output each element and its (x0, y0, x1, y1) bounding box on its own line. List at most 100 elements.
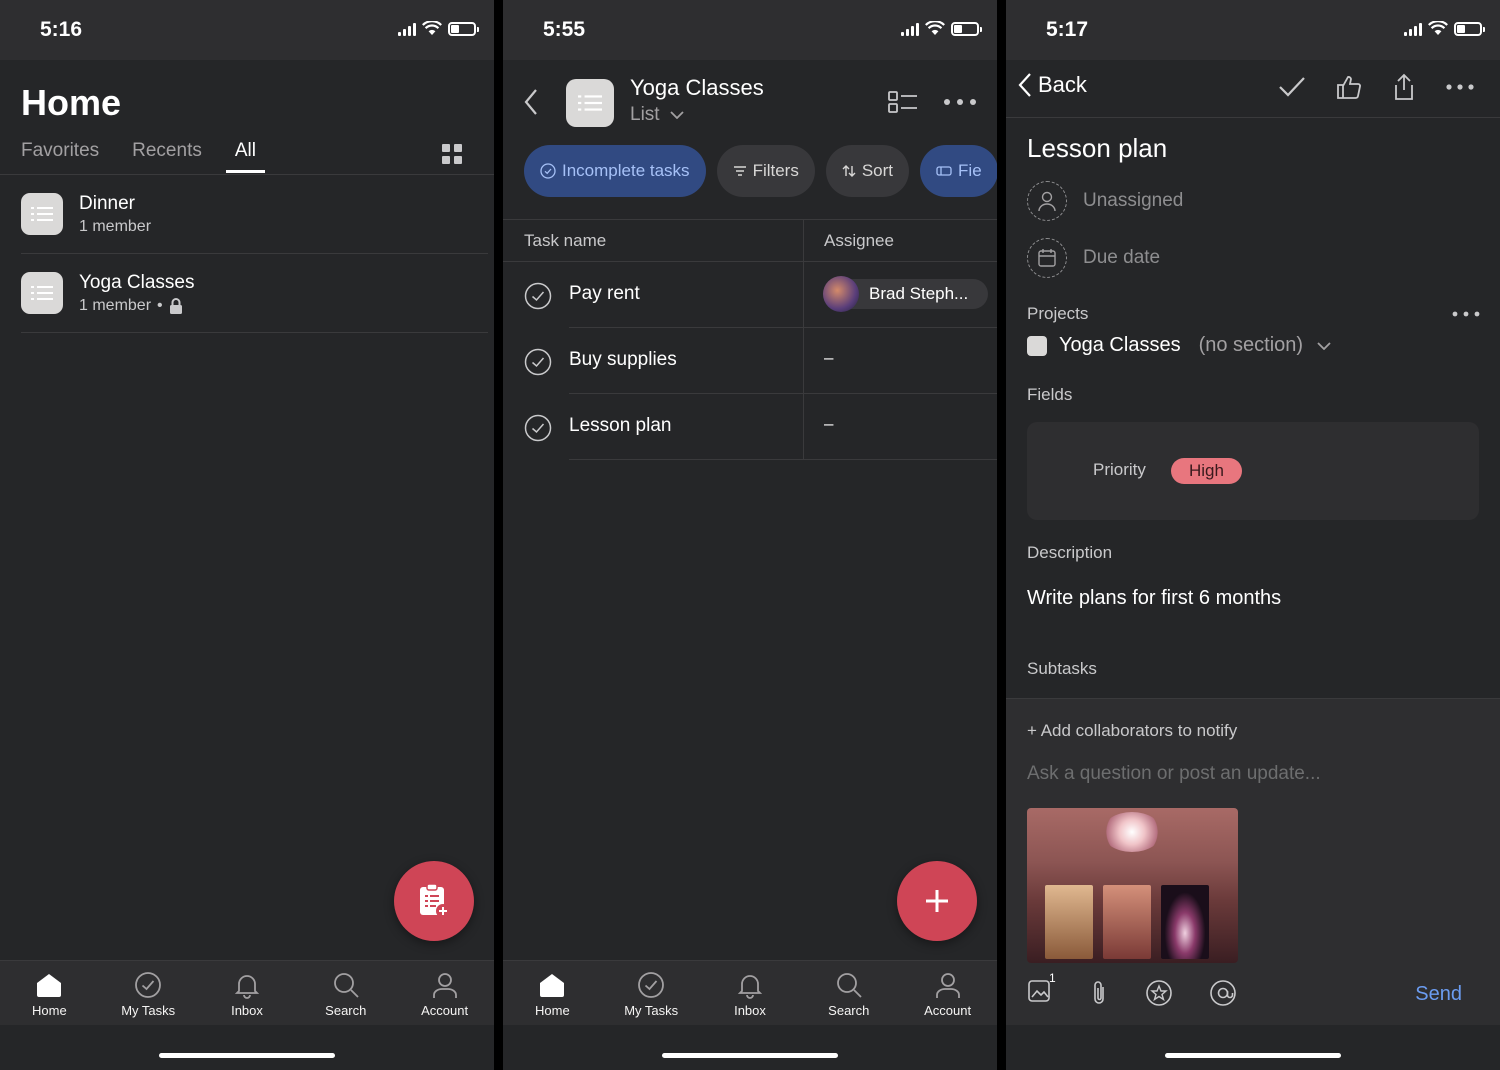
person-icon (432, 973, 457, 998)
subtasks-label: Subtasks (1027, 659, 1097, 678)
new-task-fab[interactable] (394, 861, 474, 941)
nav-home[interactable]: Home (507, 971, 597, 1018)
wifi-icon (925, 21, 945, 35)
nav-home[interactable]: Home (4, 971, 94, 1018)
column-assignee[interactable]: Assignee (824, 231, 894, 251)
project-row-dinner[interactable]: Dinner 1 member (21, 175, 488, 254)
back-button[interactable]: Back (1018, 72, 1087, 98)
chip-incomplete-tasks[interactable]: Incomplete tasks (524, 145, 706, 197)
project-membership[interactable]: Yoga Classes (no section) (1027, 334, 1331, 357)
composer-toolbar: 1 (1027, 971, 1479, 1008)
chip-filters[interactable]: Filters (716, 145, 815, 197)
add-collaborators-link[interactable]: + Add collaborators to notify (1027, 721, 1237, 741)
sort-icon (842, 165, 856, 177)
status-bar: 5:16 (0, 0, 494, 60)
wifi-icon (422, 21, 442, 35)
check-circle-icon (135, 972, 162, 998)
section-selector[interactable]: (no section) (1199, 334, 1332, 357)
status-icons (1404, 21, 1485, 36)
list-icon (21, 272, 63, 314)
fields-card: Priority High (1027, 422, 1479, 520)
person-icon (935, 973, 960, 998)
due-date-field[interactable]: Due date (1027, 238, 1160, 278)
task-name: Lesson plan (569, 415, 672, 436)
attachment-thumbnail[interactable] (1027, 808, 1238, 963)
home-indicator (1165, 1053, 1341, 1058)
table-row[interactable]: Pay rent Brad Steph... (503, 262, 997, 328)
table-row[interactable]: Buy supplies – (503, 328, 997, 394)
project-color-swatch (1027, 335, 1047, 356)
thumbs-up-icon[interactable] (1336, 74, 1362, 100)
list-icon (21, 193, 63, 235)
nav-account[interactable]: Account (903, 971, 993, 1018)
column-task-name[interactable]: Task name (524, 231, 606, 251)
nav-my-tasks[interactable]: My Tasks (103, 971, 193, 1018)
calendar-icon (1038, 249, 1056, 267)
chevron-down-icon (669, 111, 684, 119)
battery-icon (951, 21, 982, 36)
project-row-yoga-classes[interactable]: Yoga Classes 1 member • (21, 254, 488, 333)
status-time: 5:16 (40, 18, 83, 41)
project-name: Yoga Classes (79, 271, 195, 293)
project-members: 1 member (79, 296, 152, 314)
send-button[interactable]: Send (1415, 983, 1462, 1006)
attachment-count-badge: 1 (1049, 971, 1056, 985)
bullet-separator: • (157, 296, 163, 314)
status-time: 5:17 (1046, 18, 1089, 41)
nav-inbox[interactable]: Inbox (202, 971, 292, 1018)
view-switcher[interactable]: List (630, 104, 684, 126)
share-icon[interactable] (1392, 73, 1416, 101)
assignee-field[interactable]: Unassigned (1027, 181, 1183, 221)
home-icon (540, 974, 565, 997)
nav-my-tasks[interactable]: My Tasks (606, 971, 696, 1018)
status-time: 5:55 (543, 18, 586, 41)
nav-search[interactable]: Search (301, 971, 391, 1018)
status-icons (901, 21, 982, 36)
table-row[interactable]: Lesson plan – (503, 394, 997, 460)
project-name: Dinner (79, 192, 135, 214)
more-icon[interactable] (1452, 311, 1480, 317)
add-task-fab[interactable] (897, 861, 977, 941)
assignee-chip[interactable]: Brad Steph... (823, 276, 989, 312)
complete-check-icon[interactable] (1278, 76, 1306, 98)
grid-view-icon[interactable] (442, 144, 462, 164)
check-circle-icon[interactable] (524, 282, 552, 310)
tab-favorites[interactable]: Favorites (21, 140, 99, 162)
mention-icon[interactable] (1209, 979, 1237, 1007)
comment-composer: + Add collaborators to notify Ask a ques… (1006, 698, 1500, 1025)
priority-badge[interactable]: High (1171, 458, 1242, 484)
assignee-empty[interactable]: – (824, 348, 833, 368)
page-title: Home (21, 82, 122, 123)
check-circle-icon[interactable] (524, 414, 552, 442)
chip-fields[interactable]: Fie (920, 145, 997, 197)
new-task-icon (420, 883, 450, 918)
description-text[interactable]: Write plans for first 6 months (1027, 587, 1281, 610)
tab-all[interactable]: All (225, 140, 266, 173)
projects-label: Projects (1027, 304, 1089, 323)
avatar (823, 276, 859, 312)
signal-icon (398, 22, 416, 36)
bottom-nav: Home My Tasks Inbox Search Account (503, 960, 997, 1070)
nav-account[interactable]: Account (400, 971, 490, 1018)
chevron-left-icon (1018, 73, 1031, 97)
nav-inbox[interactable]: Inbox (705, 971, 795, 1018)
check-circle-icon[interactable] (524, 348, 552, 376)
tab-recents[interactable]: Recents (132, 140, 202, 162)
chevron-left-icon[interactable] (523, 88, 539, 116)
task-title[interactable]: Lesson plan (1027, 133, 1167, 164)
status-icons (398, 21, 479, 36)
status-bar: 5:55 (503, 0, 997, 60)
fields-label: Fields (1027, 385, 1073, 404)
home-tabs: Favorites Recents All (21, 140, 473, 173)
chip-sort[interactable]: Sort (825, 145, 910, 197)
check-circle-icon (638, 972, 665, 998)
paperclip-icon[interactable] (1089, 979, 1109, 1007)
nav-search[interactable]: Search (804, 971, 894, 1018)
more-icon[interactable] (1446, 83, 1474, 91)
comment-input[interactable]: Ask a question or post an update... (1027, 763, 1321, 785)
customize-view-icon[interactable] (888, 90, 918, 114)
star-icon[interactable] (1145, 979, 1173, 1007)
search-icon (333, 973, 359, 998)
more-icon[interactable] (943, 98, 977, 106)
assignee-empty[interactable]: – (824, 414, 833, 434)
